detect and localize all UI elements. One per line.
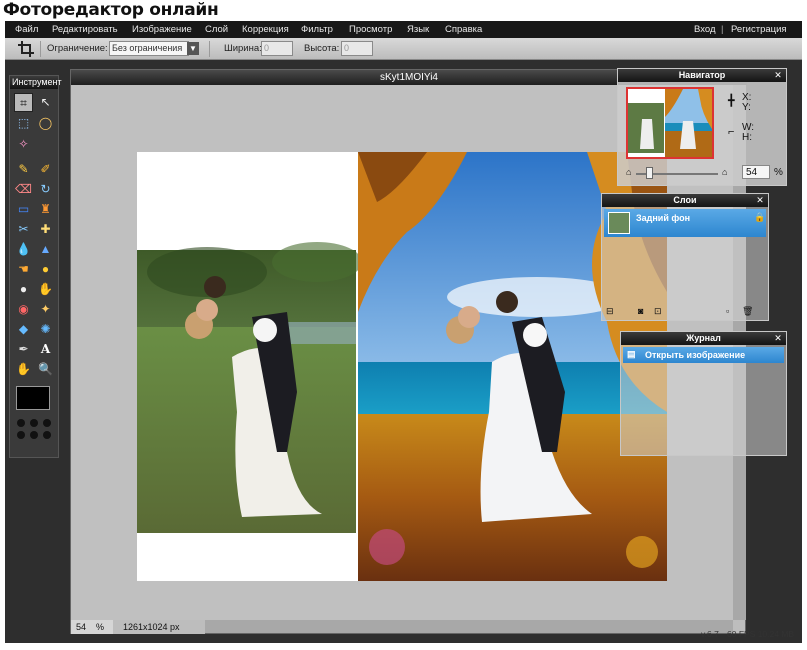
history-panel: Журнал ✕ ▤ Открыть изображение bbox=[620, 331, 787, 456]
eyedropper-icon[interactable]: ✒ bbox=[14, 340, 33, 359]
fps-label: 60 FPS 10.24 MB bbox=[727, 629, 795, 639]
sponge-icon[interactable]: ● bbox=[36, 260, 55, 279]
document-icon: ▤ bbox=[627, 349, 636, 359]
page-title: Фоторедактор онлайн bbox=[3, 0, 219, 20]
history-item[interactable]: ▤ Открыть изображение bbox=[623, 347, 784, 363]
magic-wand-icon[interactable]: ✧ bbox=[14, 135, 33, 154]
login-link[interactable]: Вход bbox=[694, 24, 716, 35]
menu-adjust[interactable]: Коррекция bbox=[242, 24, 289, 35]
replace-color-icon[interactable]: ↻ bbox=[36, 180, 55, 199]
move-icon[interactable]: ↖ bbox=[36, 93, 55, 112]
clone-icon[interactable]: ✂ bbox=[14, 220, 33, 239]
height-label: Высота: bbox=[304, 43, 340, 54]
history-item-label: Открыть изображение bbox=[645, 350, 746, 360]
width-label: Ширина: bbox=[224, 43, 262, 54]
navigator-zoom-unit: % bbox=[774, 167, 783, 178]
layers-panel: Слои ✕ Задний фон 🔒 ⊟ ◙ ⊡ ▫ 🗑 bbox=[601, 193, 769, 321]
layer-mask-icon[interactable]: ◙ bbox=[638, 306, 650, 318]
crop-tool-icon[interactable] bbox=[17, 40, 35, 58]
navigator-zoom-input[interactable]: 54 bbox=[742, 165, 770, 179]
history-title: Журнал bbox=[621, 332, 786, 345]
lasso-icon[interactable]: ◯ bbox=[36, 114, 55, 133]
y-label: Y: bbox=[742, 102, 751, 113]
menu-help[interactable]: Справка bbox=[445, 24, 482, 35]
tools-panel: Инструмент ⌗ ↖ ⬚ ◯ ✧ ✎ ✐ ⌫ ↻ ▭ ♜ ✂ ✚ 💧 ▲… bbox=[9, 75, 62, 458]
zoom-icon[interactable]: 🔍 bbox=[36, 360, 55, 379]
zoom-slider-handle[interactable] bbox=[646, 167, 653, 179]
red-eye-icon[interactable]: ◉ bbox=[14, 300, 33, 319]
photo-canvas[interactable] bbox=[137, 152, 667, 581]
zoom-unit: % bbox=[96, 622, 105, 632]
navigator-title: Навигатор bbox=[618, 69, 786, 82]
zoom-out-icon[interactable]: ⌂ bbox=[626, 167, 631, 177]
new-layer-icon[interactable]: ▫ bbox=[726, 306, 738, 318]
color-swatch[interactable] bbox=[16, 386, 50, 410]
menu-divider: | bbox=[721, 24, 724, 35]
text-icon[interactable]: A bbox=[36, 340, 55, 359]
horizontal-scrollbar[interactable] bbox=[205, 620, 733, 633]
bandage-icon[interactable]: ✚ bbox=[36, 220, 55, 239]
pencil-icon[interactable]: ✎ bbox=[14, 160, 33, 179]
dodge-icon[interactable]: ● bbox=[14, 280, 33, 299]
smudge-icon[interactable]: ☚ bbox=[14, 260, 33, 279]
width-input[interactable]: 0 bbox=[261, 41, 293, 56]
layers-title: Слои bbox=[602, 194, 768, 207]
wedding-photo-image bbox=[137, 152, 667, 581]
image-size: 1261x1024 px bbox=[123, 622, 180, 632]
close-icon[interactable]: ✕ bbox=[755, 195, 765, 205]
brush-icon[interactable]: ✐ bbox=[36, 160, 55, 179]
constraint-label: Ограничение: bbox=[47, 43, 108, 54]
burn-icon[interactable]: ✋ bbox=[36, 280, 55, 299]
zoom-value[interactable]: 54 bbox=[76, 622, 86, 632]
options-separator bbox=[40, 41, 41, 57]
spot-heal-icon[interactable]: ✦ bbox=[36, 300, 55, 319]
h-label: H: bbox=[742, 132, 752, 143]
eraser-icon[interactable]: ⌫ bbox=[14, 180, 33, 199]
menu-language[interactable]: Язык bbox=[407, 24, 429, 35]
menu-bar: Файл Редактировать Изображение Слой Корр… bbox=[5, 21, 802, 38]
layer-name: Задний фон bbox=[636, 213, 691, 223]
menu-image[interactable]: Изображение bbox=[132, 24, 192, 35]
register-link[interactable]: Регистрация bbox=[731, 24, 787, 35]
navigator-thumbnail[interactable] bbox=[626, 87, 714, 159]
layer-settings-icon[interactable]: ⊟ bbox=[606, 306, 622, 318]
menu-file[interactable]: Файл bbox=[15, 24, 38, 35]
layer-row[interactable]: Задний фон 🔒 bbox=[604, 209, 766, 237]
hand-icon[interactable]: ✋ bbox=[14, 360, 33, 379]
gradient-icon[interactable]: ▭ bbox=[14, 200, 33, 219]
stamp-icon[interactable]: ♜ bbox=[36, 200, 55, 219]
layer-style-icon[interactable]: ⊡ bbox=[654, 306, 666, 318]
height-input[interactable]: 0 bbox=[341, 41, 373, 56]
zoom-in-icon[interactable]: ⌂ bbox=[722, 167, 727, 177]
options-bar: Ограничение: Без ограничения ▼ Ширина: 0… bbox=[5, 38, 802, 60]
blur-icon[interactable]: 💧 bbox=[14, 240, 33, 259]
close-icon[interactable]: ✕ bbox=[773, 70, 783, 80]
menu-filter[interactable]: Фильтр bbox=[301, 24, 333, 35]
navigator-panel: Навигатор ✕ ╋ X: Y: ⌐ W: H: ⌂ ⌂ 54 % bbox=[617, 68, 787, 186]
marquee-icon[interactable]: ⬚ bbox=[14, 114, 33, 133]
chevron-down-icon[interactable]: ▼ bbox=[187, 42, 199, 55]
tools-panel-title: Инструмент bbox=[10, 76, 62, 89]
version-label: v.6.7 bbox=[701, 629, 719, 639]
status-bar: 54 % 1261x1024 px bbox=[71, 620, 205, 634]
dots-grid-icon[interactable] bbox=[15, 417, 53, 441]
layer-thumbnail bbox=[608, 212, 630, 234]
pinch-icon[interactable]: ✺ bbox=[36, 320, 55, 339]
editor-app: Файл Редактировать Изображение Слой Корр… bbox=[5, 21, 802, 643]
menu-layer[interactable]: Слой bbox=[205, 24, 228, 35]
menu-edit[interactable]: Редактировать bbox=[52, 24, 118, 35]
menu-view[interactable]: Просмотр bbox=[349, 24, 392, 35]
resize-icon: ⌐ bbox=[728, 126, 735, 138]
close-icon[interactable]: ✕ bbox=[773, 333, 783, 343]
crosshair-icon: ╋ bbox=[728, 95, 735, 107]
options-separator bbox=[209, 41, 210, 57]
constraint-select[interactable]: Без ограничения bbox=[109, 41, 189, 56]
crop-icon[interactable]: ⌗ bbox=[14, 93, 33, 112]
bloat-icon[interactable]: ◆ bbox=[14, 320, 33, 339]
trash-icon[interactable]: 🗑 bbox=[742, 306, 754, 318]
sharpen-icon[interactable]: ▲ bbox=[36, 240, 55, 259]
lock-icon: 🔒 bbox=[754, 212, 766, 222]
